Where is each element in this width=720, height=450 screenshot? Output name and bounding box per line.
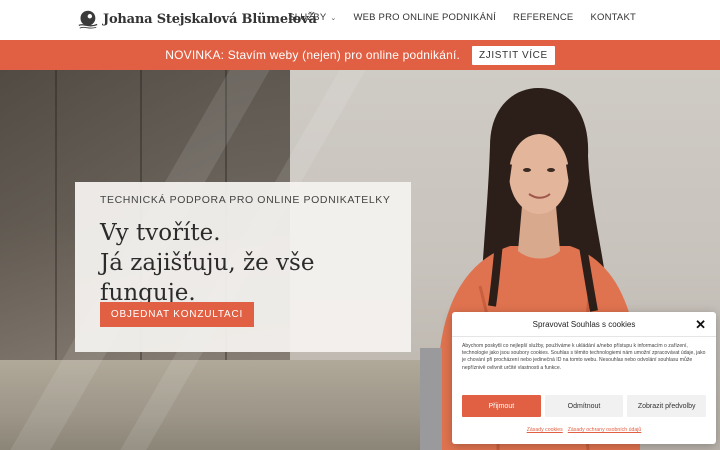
logo[interactable]: Johana Stejskalová Blümelová [77,8,317,30]
site-header: Johana Stejskalová Blümelová SLUŽBY ⌄ WE… [0,0,720,40]
nav-item-kontakt[interactable]: KONTAKT [590,12,636,23]
nav-item-sluzby[interactable]: SLUŽBY ⌄ [288,12,336,23]
close-icon[interactable]: ✕ [695,318,706,332]
announcement-text: NOVINKA: Stavím weby (nejen) pro online … [165,48,461,62]
divider [452,336,716,337]
nav-item-reference[interactable]: REFERENCE [513,12,573,23]
logo-icon [78,10,98,29]
nav-item-label: KONTAKT [590,12,636,23]
chevron-down-icon: ⌄ [330,14,337,22]
hero-title-line2: Já zajišťuju, že vše funguje. [100,250,315,306]
cookie-policy-link[interactable]: Zásady cookies [527,427,563,433]
hero-kicker: TECHNICKÁ PODPORA PRO ONLINE PODNIKATELK… [100,194,391,206]
logo-text: Johana Stejskalová Blümelová [103,11,317,27]
cookie-body-text: Abychom poskytli co nejlepší služby, pou… [462,343,706,371]
cookie-links: Zásady cookies Zásady ochrany osobních ú… [452,427,716,433]
nav-item-label: WEB PRO ONLINE PODNIKÁNÍ [353,12,497,23]
hero-title: Vy tvoříte. Já zajišťuju, že vše funguje… [100,218,410,308]
order-consultation-button[interactable]: OBJEDNAT KONZULTACI [100,302,254,327]
nav-item-label: REFERENCE [513,12,574,23]
hero-card: TECHNICKÁ PODPORA PRO ONLINE PODNIKATELK… [75,182,411,352]
view-preferences-button[interactable]: Zobrazit předvolby [627,395,707,417]
nav-item-label: SLUŽBY [288,12,327,23]
cookie-consent-dialog: Spravovat Souhlas s cookies ✕ Abychom po… [452,312,716,444]
hero-title-line1: Vy tvoříte. [100,220,221,246]
cookie-buttons: Přijmout Odmítnout Zobrazit předvolby [462,395,707,417]
privacy-policy-link[interactable]: Zásady ochrany osobních údajů [568,427,642,433]
deny-cookies-button[interactable]: Odmítnout [544,395,624,417]
cookie-dialog-title: Spravovat Souhlas s cookies [532,320,636,329]
main-nav: SLUŽBY ⌄ WEB PRO ONLINE PODNIKÁNÍ REFERE… [288,12,636,23]
announcement-bar: NOVINKA: Stavím weby (nejen) pro online … [0,40,720,70]
nav-item-web[interactable]: WEB PRO ONLINE PODNIKÁNÍ [353,12,496,23]
accept-cookies-button[interactable]: Přijmout [462,395,541,417]
learn-more-button[interactable]: ZJISTIT VÍCE [472,45,555,65]
